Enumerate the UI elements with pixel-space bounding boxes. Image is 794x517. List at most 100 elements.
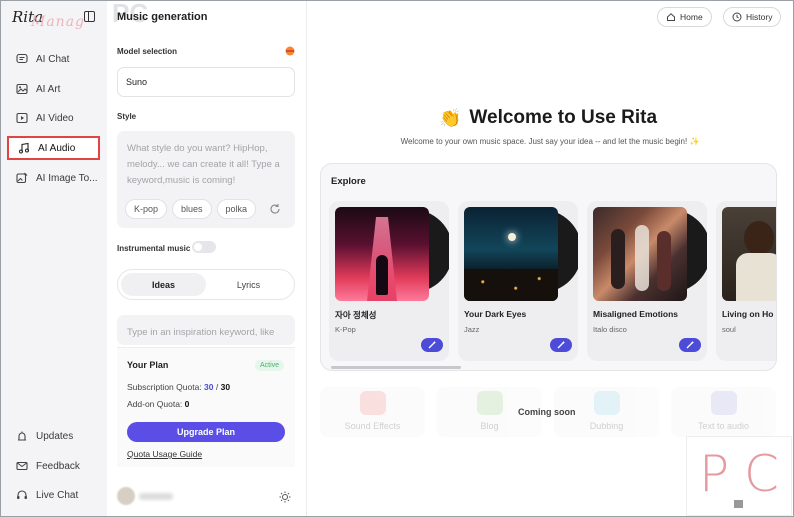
theme-sun-icon[interactable] — [279, 491, 291, 503]
status-badge: Active — [255, 360, 285, 371]
coming-soon-label: Blog — [480, 421, 499, 431]
card-genre: K-Pop — [335, 325, 356, 334]
welcome-title: Welcome to Use Rita — [469, 107, 658, 128]
music-card[interactable]: 자아 정체성 K-Pop — [329, 201, 449, 361]
image-edit-icon — [16, 172, 28, 184]
welcome-subtitle: Welcome to your own music space. Just sa… — [400, 137, 700, 146]
nav-item-label: Feedback — [36, 460, 80, 472]
subscription-quota-label: Subscription Quota: — [127, 382, 202, 392]
music-note-icon — [18, 142, 30, 154]
page-title: 👏 Welcome to Use Rita — [439, 107, 657, 129]
nav-item-label: AI Video — [36, 112, 74, 124]
panel-title: Music generation — [117, 11, 208, 23]
nav-item-ai-chat[interactable]: AI Chat — [7, 47, 100, 71]
edit-wand-icon[interactable] — [550, 338, 572, 352]
scrollbar[interactable] — [331, 366, 461, 369]
nav-item-ai-video[interactable]: AI Video — [7, 106, 100, 130]
nav-item-label: Live Chat — [36, 489, 79, 501]
addon-quota: Add-on Quota: 0 — [127, 399, 189, 409]
cover-image — [722, 207, 776, 301]
subscription-quota-total: 30 — [220, 382, 231, 392]
watermark-letter: C — [744, 445, 779, 503]
text-to-audio-icon — [711, 391, 737, 415]
model-selection-label: Model selection — [117, 47, 178, 56]
plan-card: Your Plan Active Subscription Quota: 30 … — [117, 347, 295, 467]
coming-soon-label: Sound Effects — [344, 421, 401, 431]
user-name-blurred — [139, 493, 173, 500]
quota-separator: / — [213, 382, 221, 392]
updates-icon — [16, 430, 28, 442]
nav-item-label: AI Art — [36, 83, 61, 95]
history-button[interactable]: History — [723, 7, 782, 27]
nav-item-label: AI Audio — [38, 142, 76, 154]
inspiration-input[interactable]: Type in an inspiration keyword, like — [117, 315, 295, 345]
model-badge-icon — [285, 46, 295, 56]
mail-icon — [16, 460, 28, 472]
coming-soon-text: Coming soon — [518, 407, 576, 417]
model-select[interactable]: Suno — [117, 67, 295, 97]
tab-ideas[interactable]: Ideas — [121, 273, 206, 296]
style-label: Style — [117, 112, 137, 121]
addon-quota-value: 0 — [184, 399, 190, 409]
left-sidebar: Rita Manag AI Chat AI Art AI Video AI Au… — [1, 1, 107, 516]
avatar[interactable] — [117, 487, 135, 505]
watermark-square — [734, 500, 743, 508]
nav-item-live-chat[interactable]: Live Chat — [7, 483, 100, 507]
card-title: Misaligned Emotions — [593, 309, 679, 319]
music-card[interactable]: Misaligned Emotions Italo disco — [587, 201, 707, 361]
coming-soon-item: Text to audio — [671, 387, 776, 437]
nav-item-updates[interactable]: Updates — [7, 424, 100, 448]
card-title: 자아 정체성 — [335, 310, 377, 320]
cover-image — [464, 207, 558, 301]
nav-item-label: Updates — [36, 430, 74, 442]
music-card[interactable]: Living on Ho soul — [716, 201, 776, 361]
music-card[interactable]: Your Dark Eyes Jazz — [458, 201, 578, 361]
watermark-logo: P C — [686, 436, 792, 516]
sidebar-toggle-icon[interactable] — [84, 11, 95, 22]
home-button-label: Home — [680, 12, 703, 22]
subscription-quota: Subscription Quota: 30 / 30 — [127, 382, 230, 392]
instrumental-label: Instrumental music — [117, 244, 191, 253]
addon-quota-label: Add-on Quota: — [127, 399, 183, 409]
tab-lyrics[interactable]: Lyrics — [206, 273, 291, 296]
refresh-icon[interactable] — [269, 203, 281, 215]
card-genre: soul — [722, 325, 736, 334]
quota-usage-guide-link[interactable]: Quota Usage Guide — [127, 449, 202, 459]
style-chip[interactable]: blues — [172, 199, 212, 219]
style-chip[interactable]: polka — [216, 199, 257, 219]
nav-item-label: AI Image To... — [36, 172, 98, 184]
coming-soon-label: Dubbing — [589, 421, 624, 431]
nav-item-ai-image-to[interactable]: AI Image To... — [7, 166, 100, 190]
prompt-tabs: Ideas Lyrics — [117, 269, 295, 300]
sound-effects-icon — [360, 391, 386, 415]
watermark-letter: P — [699, 445, 730, 503]
nav-item-ai-art[interactable]: AI Art — [7, 77, 100, 101]
nav-item-feedback[interactable]: Feedback — [7, 454, 100, 478]
clap-emoji-icon: 👏 — [439, 107, 462, 128]
card-genre: Jazz — [464, 325, 480, 334]
edit-wand-icon[interactable] — [421, 338, 443, 352]
explore-title: Explore — [331, 176, 366, 187]
watermark-text: Manag — [31, 14, 86, 30]
coming-soon-label: Text to audio — [697, 421, 750, 431]
home-icon — [667, 13, 675, 21]
nav-item-label: AI Chat — [36, 53, 70, 65]
instrumental-toggle[interactable] — [192, 241, 216, 253]
home-button[interactable]: Home — [657, 7, 712, 27]
music-generation-panel: PC Music generation Model selection Suno… — [107, 0, 307, 516]
nav-item-ai-audio[interactable]: AI Audio — [7, 136, 100, 160]
history-button-label: History — [746, 12, 773, 22]
upgrade-plan-button[interactable]: Upgrade Plan — [127, 422, 285, 442]
main-content: Home History 👏 Welcome to Use Rita Welco… — [307, 1, 793, 516]
style-chip-list: K-pop blues polka — [125, 199, 257, 219]
coming-soon-item: Sound Effects — [320, 387, 425, 437]
card-genre: Italo disco — [593, 325, 627, 334]
plan-title: Your Plan — [127, 360, 169, 370]
image-icon — [16, 83, 28, 95]
chat-icon — [16, 53, 28, 65]
card-title: Living on Ho — [722, 309, 774, 319]
style-chip[interactable]: K-pop — [125, 199, 168, 219]
edit-wand-icon[interactable] — [679, 338, 701, 352]
clock-icon — [732, 12, 742, 22]
card-title: Your Dark Eyes — [464, 309, 527, 319]
